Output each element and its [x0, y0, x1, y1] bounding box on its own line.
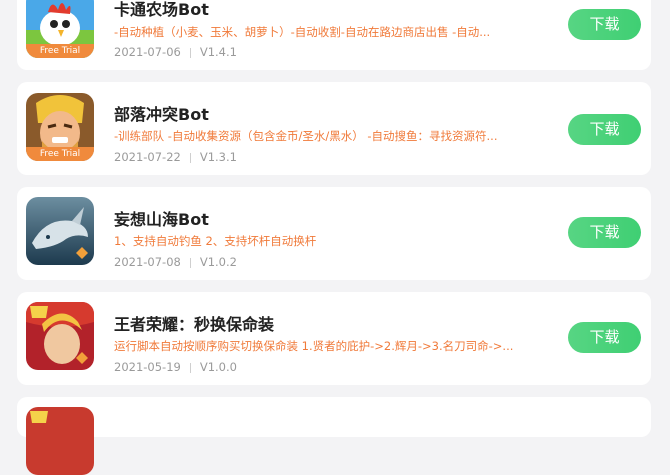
app-card-hayday[interactable]: Free Trial 卡通农场Bot -自动种植（小麦、玉米、胡萝卜）-自动收割… — [17, 0, 651, 70]
app-card-wangxiang[interactable]: 妄想山海Bot 1、支持自动钓鱼 2、支持坏杆自动换杆 2021-07-08 V1… — [17, 187, 651, 280]
clash-of-clans-barbarian-icon: Free Trial — [26, 93, 94, 161]
download-button[interactable]: 下载 — [568, 114, 641, 145]
app-meta: 2021-05-19 V1.0.0 — [114, 360, 237, 374]
app-description: 运行脚本自动按顺序购买切换保命装 1.贤者的庇护->2.辉月->3.名刀司命->… — [114, 339, 514, 353]
app-meta: 2021-07-06 V1.4.1 — [114, 45, 237, 59]
app-meta: 2021-07-08 V1.0.2 — [114, 255, 237, 269]
divider — [189, 152, 191, 163]
hayday-rooster-icon: Free Trial — [26, 0, 94, 58]
app-card-partial[interactable] — [17, 397, 651, 475]
download-button[interactable]: 下载 — [568, 217, 641, 248]
version: V1.4.1 — [199, 45, 237, 59]
app-card-clash[interactable]: Free Trial 部落冲突Bot -训练部队 -自动收集资源（包含金币/圣水… — [17, 82, 651, 175]
release-date: 2021-07-06 — [114, 45, 181, 59]
game-icon — [26, 407, 94, 475]
app-description: 1、支持自动钓鱼 2、支持坏杆自动换杆 — [114, 234, 317, 248]
honor-of-kings-hero-icon — [26, 302, 94, 370]
divider — [189, 257, 191, 268]
free-trial-badge: Free Trial — [26, 44, 94, 58]
download-button[interactable]: 下载 — [568, 322, 641, 353]
app-title: 卡通农场Bot — [114, 0, 209, 19]
app-title: 部落冲突Bot — [114, 105, 209, 124]
divider — [189, 47, 191, 58]
free-trial-badge: Free Trial — [26, 147, 94, 161]
app-description: -训练部队 -自动收集资源（包含金币/圣水/黑水） -自动搜鱼：寻找资源符... — [114, 129, 498, 143]
app-title: 妄想山海Bot — [114, 210, 209, 229]
version: V1.0.0 — [199, 360, 237, 374]
app-title: 王者荣耀：秒换保命装 — [114, 315, 275, 334]
version: V1.0.2 — [199, 255, 237, 269]
version: V1.3.1 — [199, 150, 237, 164]
release-date: 2021-05-19 — [114, 360, 181, 374]
app-description: -自动种植（小麦、玉米、胡萝卜）-自动收割-自动在路边商店出售 -自动... — [114, 25, 491, 39]
release-date: 2021-07-22 — [114, 150, 181, 164]
app-meta: 2021-07-22 V1.3.1 — [114, 150, 237, 164]
download-button[interactable]: 下载 — [568, 9, 641, 40]
release-date: 2021-07-08 — [114, 255, 181, 269]
sea-whale-icon — [26, 197, 94, 265]
app-card-honor-of-kings[interactable]: 王者荣耀：秒换保命装 运行脚本自动按顺序购买切换保命装 1.贤者的庇护->2.辉… — [17, 292, 651, 385]
divider — [189, 362, 191, 373]
